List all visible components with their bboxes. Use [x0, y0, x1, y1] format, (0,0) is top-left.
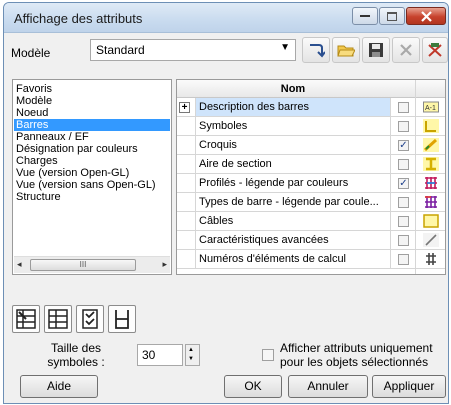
category-item[interactable]: Vue (version Open-GL): [14, 167, 170, 179]
row-name: Numéros d'éléments de calcul: [195, 250, 391, 268]
minimize-icon: [360, 15, 370, 17]
category-item[interactable]: Vue (version sans Open-GL): [14, 179, 170, 191]
row-checkbox[interactable]: [398, 216, 409, 227]
row-checkbox[interactable]: [398, 159, 409, 170]
cancel-button[interactable]: Annuler: [288, 375, 368, 398]
ok-button[interactable]: OK: [224, 375, 282, 398]
sketch-icon: [423, 138, 439, 152]
category-item[interactable]: Structure: [14, 191, 170, 203]
open-button[interactable]: [332, 37, 360, 63]
tree-collapse-icon: [16, 309, 36, 329]
row-checkbox[interactable]: [398, 235, 409, 246]
check-all-icon: [82, 309, 98, 329]
category-item[interactable]: Charges: [14, 155, 170, 167]
table-row[interactable]: Croquis ✓: [177, 136, 445, 155]
stepper-down-icon[interactable]: ▼: [188, 356, 194, 362]
profile-color-legend-icon: [423, 176, 439, 190]
close-button[interactable]: [406, 7, 446, 25]
delete-button[interactable]: [392, 37, 420, 63]
row-checkbox[interactable]: [398, 121, 409, 132]
maximize-button[interactable]: [379, 7, 405, 25]
window-title: Affichage des attributs: [14, 11, 143, 26]
uncheck-all-icon: [115, 310, 129, 329]
row-name: Symboles: [195, 117, 391, 135]
element-numbers-icon: [423, 252, 439, 266]
attributes-dialog: Affichage des attributs Modèle Standard …: [3, 2, 449, 404]
help-button[interactable]: Aide: [20, 375, 98, 398]
model-select[interactable]: Standard ▼: [90, 39, 296, 61]
delete-icon: [400, 44, 412, 56]
attributes-table[interactable]: Nom + Description des barres A-1 Symboles Cr…: [176, 79, 446, 275]
svg-text:A-1: A-1: [425, 105, 436, 112]
table-row[interactable]: Numéros d'éléments de calcul: [177, 250, 445, 269]
expand-plus-icon[interactable]: +: [179, 102, 190, 113]
row-name: Profilés - légende par couleurs: [195, 174, 391, 192]
section-area-icon: [423, 157, 439, 171]
symbol-size-label: Taille des symboles :: [47, 341, 105, 369]
only-selected-label: Afficher attributs uniquement pour les o…: [280, 341, 433, 369]
scroll-right-icon[interactable]: ▸: [162, 259, 167, 270]
category-item-selected[interactable]: Barres: [14, 119, 170, 131]
row-name: Types de barre - légende par coule...: [195, 193, 391, 211]
edit-icon: [428, 43, 442, 57]
table-row[interactable]: + Description des barres A-1: [177, 98, 445, 117]
table-header: Nom: [177, 80, 445, 98]
collapse-all-button[interactable]: [12, 305, 40, 333]
row-name: Câbles: [195, 212, 391, 230]
close-icon: [420, 10, 432, 22]
category-list[interactable]: Favoris Modèle Noeud Barres Panneaux / E…: [12, 79, 172, 275]
category-item[interactable]: Favoris: [14, 83, 170, 95]
table-row[interactable]: Symboles: [177, 117, 445, 136]
category-item[interactable]: Panneaux / EF: [14, 131, 170, 143]
title-bar[interactable]: Affichage des attributs: [4, 3, 448, 33]
model-label: Modèle: [11, 46, 51, 60]
save-icon: [369, 43, 383, 57]
chevron-down-icon: ▼: [280, 42, 290, 53]
table-row[interactable]: Caractéristiques avancées: [177, 231, 445, 250]
row-name: Aire de section: [195, 155, 391, 173]
minimize-button[interactable]: [352, 7, 378, 25]
cables-icon: [423, 214, 439, 228]
row-checkbox[interactable]: [398, 197, 409, 208]
row-checkbox[interactable]: ✓: [398, 178, 409, 189]
table-row[interactable]: Aire de section: [177, 155, 445, 174]
scrollbar-thumb[interactable]: III: [30, 259, 136, 271]
table-row[interactable]: Profilés - légende par couleurs ✓: [177, 174, 445, 193]
category-item[interactable]: Modèle: [14, 95, 170, 107]
category-item[interactable]: Noeud: [14, 107, 170, 119]
table-row[interactable]: Câbles: [177, 212, 445, 231]
symbol-size-input[interactable]: 30: [137, 344, 183, 366]
stepper-up-icon[interactable]: ▲: [188, 347, 194, 353]
row-checkbox[interactable]: [398, 102, 409, 113]
uncheck-all-button[interactable]: [108, 305, 136, 333]
save-button[interactable]: [362, 37, 390, 63]
symbol-size-stepper[interactable]: ▲ ▼: [185, 344, 200, 366]
row-checkbox[interactable]: [398, 254, 409, 265]
return-button[interactable]: [302, 37, 330, 63]
symbols-icon: [423, 119, 439, 133]
folder-open-icon: [337, 45, 355, 56]
row-name: Description des barres: [195, 98, 391, 116]
table-row[interactable]: Types de barre - légende par coule...: [177, 193, 445, 212]
maximize-icon: [387, 11, 397, 21]
row-name: Croquis: [195, 136, 391, 154]
check-all-button[interactable]: [76, 305, 104, 333]
apply-button[interactable]: Appliquer: [372, 375, 446, 398]
advanced-properties-icon: [423, 233, 439, 247]
model-select-value: Standard: [96, 43, 145, 57]
bar-type-legend-icon: [423, 195, 439, 209]
edit-button[interactable]: [422, 37, 448, 63]
row-checkbox[interactable]: ✓: [398, 140, 409, 151]
bar-description-icon: A-1: [423, 100, 439, 114]
row-name: Caractéristiques avancées: [195, 231, 391, 249]
horizontal-scrollbar[interactable]: ◂ III ▸: [14, 256, 170, 273]
only-selected-checkbox[interactable]: [262, 349, 274, 361]
expand-all-button[interactable]: [44, 305, 72, 333]
column-header-name[interactable]: Nom: [195, 83, 391, 95]
category-item[interactable]: Désignation par couleurs: [14, 143, 170, 155]
arrow-return-icon: [310, 44, 325, 58]
tree-expand-icon: [48, 309, 68, 329]
scroll-left-icon[interactable]: ◂: [17, 259, 22, 270]
